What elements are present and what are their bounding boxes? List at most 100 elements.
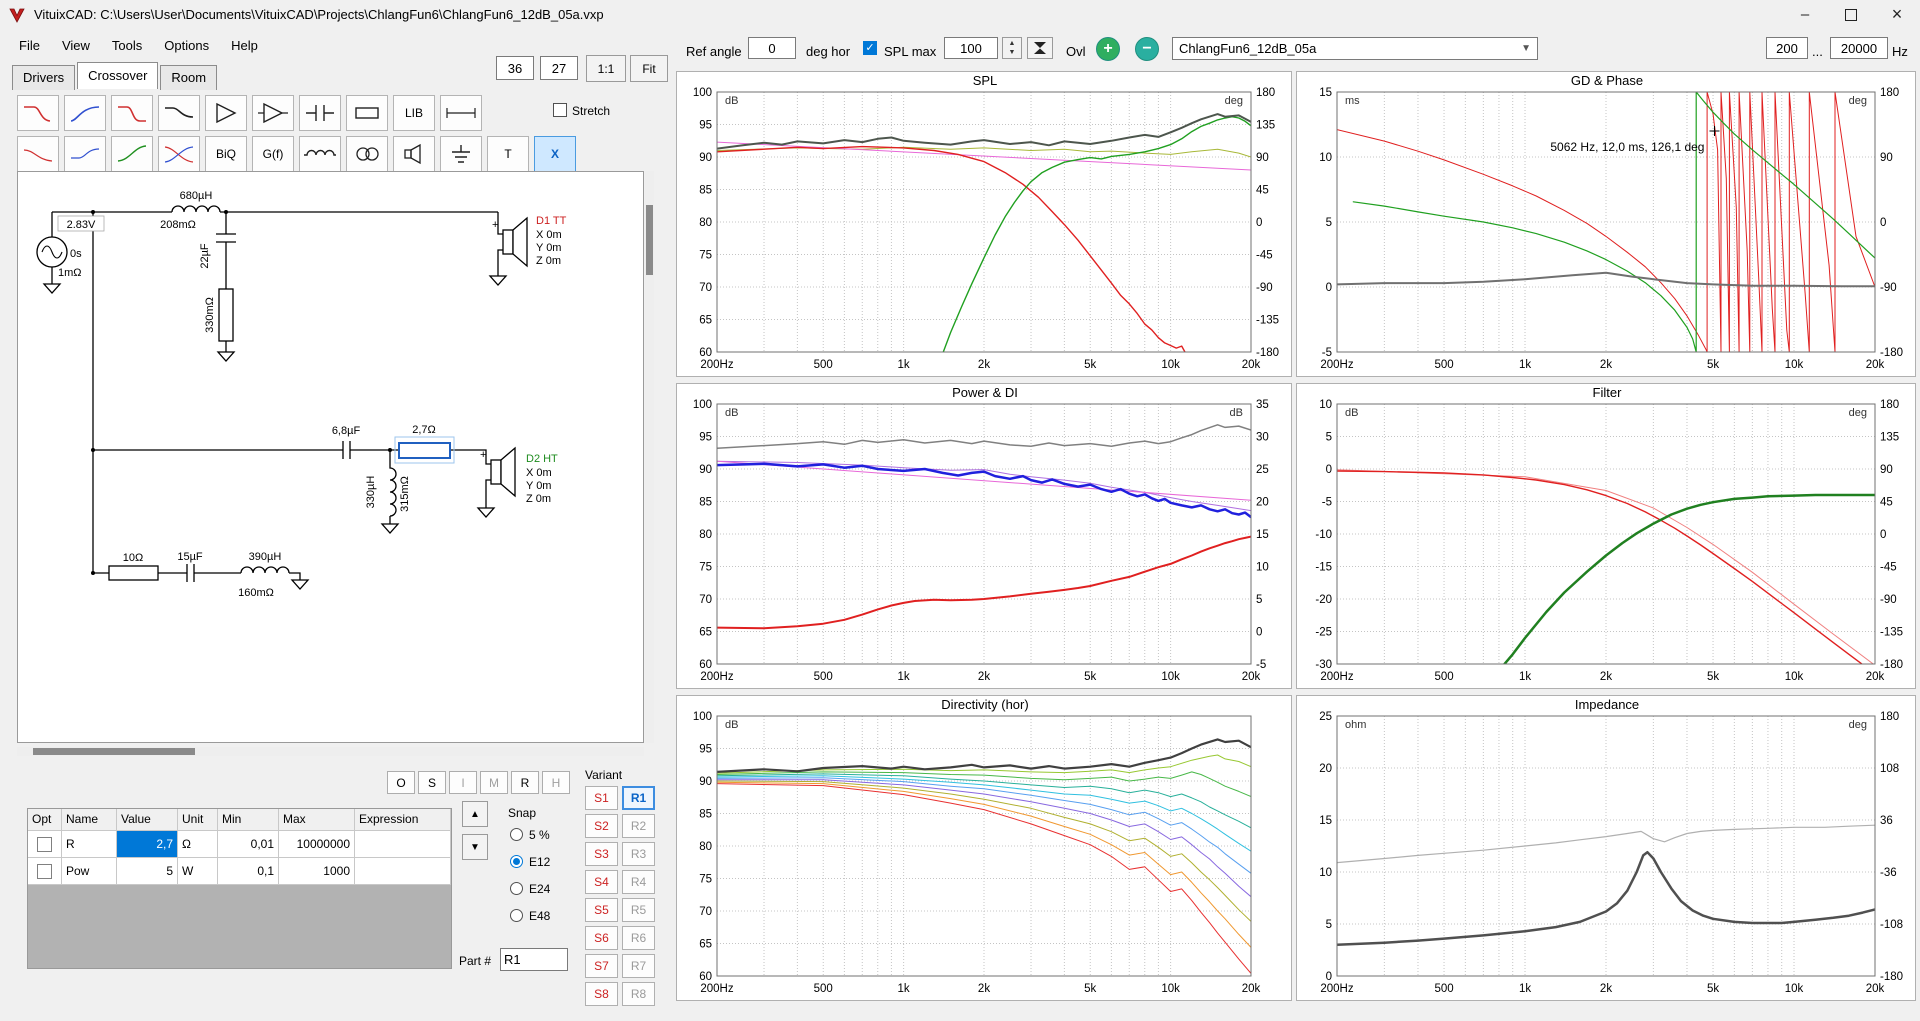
snap-radio-e24[interactable] bbox=[510, 882, 523, 895]
inductor-button[interactable] bbox=[299, 136, 341, 172]
move-up-button[interactable]: ▲ bbox=[462, 801, 488, 827]
mode-button-i[interactable]: I bbox=[449, 771, 477, 794]
voltage-source[interactable] bbox=[37, 237, 67, 293]
transfer-function-button[interactable]: G(f) bbox=[252, 136, 294, 172]
stretch-checkbox[interactable] bbox=[553, 103, 567, 117]
variant-button-r8[interactable]: R8 bbox=[622, 982, 655, 1006]
cell-value[interactable]: 5 bbox=[117, 858, 178, 885]
wire-button[interactable] bbox=[440, 95, 482, 131]
inductor-l2[interactable] bbox=[382, 450, 398, 533]
cell-opt[interactable] bbox=[28, 831, 62, 858]
inductor-l3[interactable] bbox=[241, 567, 289, 573]
inductor-l1[interactable] bbox=[172, 206, 220, 212]
opt-checkbox[interactable] bbox=[37, 864, 52, 879]
transformer-button[interactable] bbox=[346, 136, 388, 172]
highpass-filter-button[interactable] bbox=[64, 95, 106, 131]
chart-power-di[interactable]: Power & DI100959085807570656035302520151… bbox=[676, 383, 1292, 689]
cell-value[interactable]: 2,7 bbox=[117, 831, 178, 858]
chart-spl[interactable]: SPL100959085807570656018013590450-45-90-… bbox=[676, 71, 1292, 377]
menu-item-options[interactable]: Options bbox=[153, 29, 220, 62]
lowpass1-filter-button[interactable] bbox=[17, 136, 59, 172]
variant-button-r5[interactable]: R5 bbox=[622, 898, 655, 922]
variant-button-r4[interactable]: R4 bbox=[622, 870, 655, 894]
variant-button-s8[interactable]: S8 bbox=[585, 982, 618, 1006]
mode-button-s[interactable]: S bbox=[418, 771, 446, 794]
table-row[interactable]: R2,7Ω0,0110000000 bbox=[28, 831, 451, 858]
mode-button-h[interactable]: H bbox=[542, 771, 570, 794]
mode-button-m[interactable]: M bbox=[480, 771, 508, 794]
gain-curve-button[interactable] bbox=[111, 136, 153, 172]
resistor-r1[interactable] bbox=[218, 289, 234, 361]
chart-filter[interactable]: Filter1050-5-10-15-20-25-3018013590450-4… bbox=[1296, 383, 1916, 689]
cell-opt[interactable] bbox=[28, 858, 62, 885]
tab-drivers[interactable]: Drivers bbox=[12, 65, 75, 90]
resistor-r2-selected[interactable] bbox=[395, 437, 454, 463]
biquad-button[interactable]: BiQ bbox=[205, 136, 247, 172]
menu-item-file[interactable]: File bbox=[8, 29, 51, 62]
tab-room[interactable]: Room bbox=[160, 65, 217, 90]
schematic-canvas[interactable]: 2.83V 0s 1mΩ 680µH 208mΩ 22µF 330mΩ + D1… bbox=[17, 171, 644, 743]
bandpass-filter-button[interactable] bbox=[111, 95, 153, 131]
capacitor-c2[interactable] bbox=[343, 441, 350, 459]
capacitor-c1[interactable] bbox=[216, 212, 236, 289]
overlay-select[interactable]: ChlangFun6_12dB_05a ▼ bbox=[1172, 37, 1538, 60]
capacitor-button[interactable] bbox=[299, 95, 341, 131]
variant-button-r6[interactable]: R6 bbox=[622, 926, 655, 950]
maximize-button[interactable] bbox=[1828, 0, 1874, 29]
spl-max-checkbox[interactable]: ✓ bbox=[863, 41, 877, 55]
variant-button-s4[interactable]: S4 bbox=[585, 870, 618, 894]
snap-radio-e48[interactable] bbox=[510, 909, 523, 922]
variant-button-s2[interactable]: S2 bbox=[585, 814, 618, 838]
opt-checkbox[interactable] bbox=[37, 837, 52, 852]
chart-directivity-hor[interactable]: Directivity (hor)1009590858075706560200H… bbox=[676, 695, 1292, 1001]
part-number-input[interactable] bbox=[500, 948, 568, 971]
scrollbar-thumb[interactable] bbox=[33, 748, 195, 755]
chart-gd-phase[interactable]: GD & Phase151050-5180900-90-180200Hz5001… bbox=[1296, 71, 1916, 377]
capacitor-c3[interactable] bbox=[187, 564, 194, 582]
crossover-curves-button[interactable] bbox=[158, 136, 200, 172]
delay-button[interactable] bbox=[64, 136, 106, 172]
variant-button-r1[interactable]: R1 bbox=[622, 786, 655, 810]
resistor-button[interactable] bbox=[346, 95, 388, 131]
delete-tool-button[interactable]: X bbox=[534, 136, 576, 172]
table-row[interactable]: Pow5W0,11000 bbox=[28, 858, 451, 885]
text-tool-button[interactable]: T bbox=[487, 136, 529, 172]
spl-max-stepper[interactable]: ▲▼ bbox=[1002, 37, 1022, 59]
overlay-add-button[interactable]: + bbox=[1096, 37, 1120, 61]
freq-max-input[interactable] bbox=[1830, 37, 1888, 59]
variant-button-s3[interactable]: S3 bbox=[585, 842, 618, 866]
lowpass-filter-button[interactable] bbox=[17, 95, 59, 131]
canvas-width-input[interactable] bbox=[496, 56, 534, 80]
freq-min-input[interactable] bbox=[1766, 37, 1808, 59]
zoom-one-to-one-button[interactable]: 1:1 bbox=[586, 55, 626, 82]
ref-angle-input[interactable] bbox=[748, 37, 796, 59]
variant-button-r7[interactable]: R7 bbox=[622, 954, 655, 978]
driver-d2[interactable] bbox=[491, 448, 515, 496]
variant-button-s1[interactable]: S1 bbox=[585, 786, 618, 810]
shelf-filter-button[interactable] bbox=[158, 95, 200, 131]
speaker-button[interactable] bbox=[393, 136, 435, 172]
canvas-horizontal-scrollbar[interactable] bbox=[17, 747, 644, 756]
mode-button-r[interactable]: R bbox=[511, 771, 539, 794]
scrollbar-thumb[interactable] bbox=[646, 205, 653, 275]
chart-impedance[interactable]: Impedance252015105018010836-36-108-18020… bbox=[1296, 695, 1916, 1001]
variant-button-s6[interactable]: S6 bbox=[585, 926, 618, 950]
overlay-remove-button[interactable]: − bbox=[1135, 37, 1159, 61]
spl-max-input[interactable] bbox=[944, 37, 998, 59]
menu-item-view[interactable]: View bbox=[51, 29, 101, 62]
move-down-button[interactable]: ▼ bbox=[462, 834, 488, 860]
snap-radio-e12[interactable] bbox=[510, 855, 523, 868]
variant-button-s5[interactable]: S5 bbox=[585, 898, 618, 922]
snap-radio-5[interactable] bbox=[510, 828, 523, 841]
variant-button-r2[interactable]: R2 bbox=[622, 814, 655, 838]
canvas-vertical-scrollbar[interactable] bbox=[645, 171, 654, 743]
menu-item-help[interactable]: Help bbox=[220, 29, 269, 62]
variant-button-s7[interactable]: S7 bbox=[585, 954, 618, 978]
close-button[interactable]: × bbox=[1874, 0, 1920, 29]
amplifier-button[interactable] bbox=[205, 95, 247, 131]
tab-crossover[interactable]: Crossover bbox=[77, 62, 158, 89]
autoscale-button[interactable] bbox=[1027, 37, 1053, 59]
resistor-r3[interactable] bbox=[109, 566, 158, 580]
buffer-button[interactable] bbox=[252, 95, 294, 131]
mode-button-o[interactable]: O bbox=[387, 771, 415, 794]
